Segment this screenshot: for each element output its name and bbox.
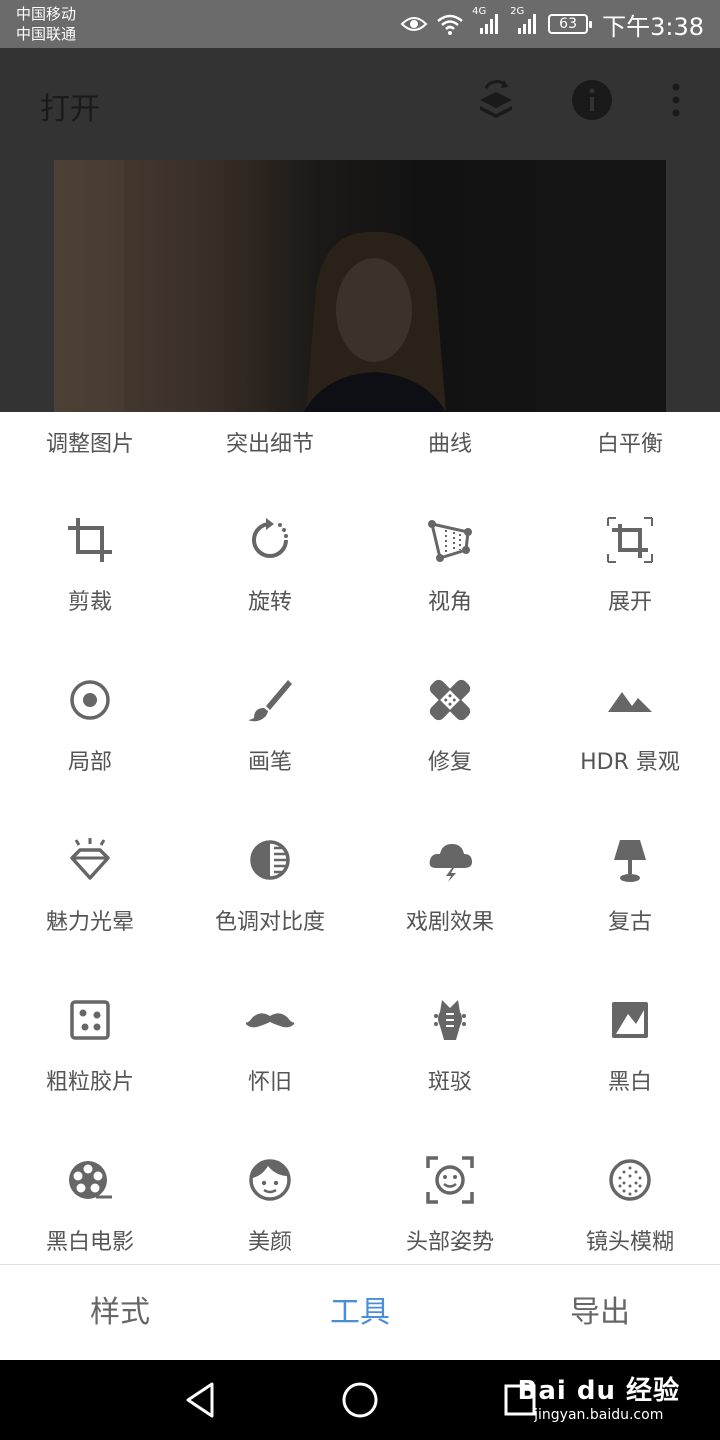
network-type-1: 4G bbox=[472, 6, 487, 17]
head-pose-icon bbox=[426, 1156, 474, 1204]
tool-grunge[interactable]: 斑驳 bbox=[360, 992, 540, 1152]
tool-vintage[interactable]: 复古 bbox=[540, 832, 720, 992]
tool-details[interactable]: 突出细节 bbox=[180, 412, 360, 480]
tool-label: 黑白电影 bbox=[45, 1230, 134, 1255]
bottom-tab-bar: 样式 工具 导出 bbox=[0, 1264, 720, 1360]
status-bar: 中国移动 中国联通 4G 2G 63 下午3:38 bbox=[0, 0, 720, 48]
glamour-glow-icon bbox=[66, 836, 114, 884]
tool-label: 展开 bbox=[607, 590, 652, 615]
tool-label: 怀旧 bbox=[247, 1070, 292, 1095]
tool-label: 黑白 bbox=[607, 1070, 652, 1095]
noir-film-reel-icon bbox=[66, 1156, 114, 1204]
tool-noir[interactable]: 黑白电影 bbox=[0, 1152, 180, 1264]
tool-label: 头部姿势 bbox=[405, 1230, 494, 1255]
vintage-lamp-icon bbox=[606, 836, 654, 884]
crop-icon bbox=[66, 516, 114, 564]
tool-label: 镜头模糊 bbox=[585, 1230, 674, 1255]
more-vert-icon[interactable] bbox=[664, 78, 688, 126]
watermark-logo-text: Bai du 经验 bbox=[517, 1376, 680, 1406]
tool-label: 旋转 bbox=[247, 590, 292, 615]
face-icon bbox=[246, 1156, 294, 1204]
navigation-bar: Bai du 经验 jingyan.baidu.com bbox=[0, 1360, 720, 1440]
home-icon[interactable] bbox=[340, 1380, 380, 1424]
tool-drama[interactable]: 戏剧效果 bbox=[360, 832, 540, 992]
tool-perspective[interactable]: 视角 bbox=[360, 512, 540, 672]
tool-label: 斑驳 bbox=[427, 1070, 472, 1095]
eye-icon bbox=[400, 14, 428, 34]
app-header: 打开 bbox=[0, 48, 720, 160]
network-type-2: 2G bbox=[510, 6, 525, 17]
tool-grainy-film[interactable]: 粗粒胶片 bbox=[0, 992, 180, 1152]
grainy-film-icon bbox=[66, 996, 114, 1044]
tool-adjust-image[interactable]: 调整图片 bbox=[0, 412, 180, 480]
tool-selective[interactable]: 局部 bbox=[0, 672, 180, 832]
perspective-icon bbox=[426, 516, 474, 564]
signal-icon-2: 2G bbox=[510, 6, 540, 36]
tool-face[interactable]: 美颜 bbox=[180, 1152, 360, 1264]
tool-hdr-landscape[interactable]: HDR 景观 bbox=[540, 672, 720, 832]
tool-label: 画笔 bbox=[247, 750, 292, 775]
signal-icon-1: 4G bbox=[472, 6, 502, 36]
tool-curves[interactable]: 曲线 bbox=[360, 412, 540, 480]
tools-top-row: 调整图片 突出细节 曲线 白平衡 bbox=[0, 412, 720, 480]
tool-brush[interactable]: 画笔 bbox=[180, 672, 360, 832]
tool-label: 戏剧效果 bbox=[405, 910, 494, 935]
tool-glamour-glow[interactable]: 魅力光晕 bbox=[0, 832, 180, 992]
retrolux-mustache-icon bbox=[244, 996, 296, 1044]
photo-image bbox=[54, 160, 666, 412]
tool-label: 粗粒胶片 bbox=[45, 1070, 134, 1095]
black-white-icon bbox=[606, 996, 654, 1044]
tool-head-pose[interactable]: 头部姿势 bbox=[360, 1152, 540, 1264]
watermark-url: jingyan.baidu.com bbox=[534, 1407, 664, 1423]
tool-lens-blur[interactable]: 镜头模糊 bbox=[540, 1152, 720, 1264]
tool-label: 修复 bbox=[427, 750, 472, 775]
tool-tonal-contrast[interactable]: 色调对比度 bbox=[180, 832, 360, 992]
healing-icon bbox=[426, 676, 474, 724]
tab-looks[interactable]: 样式 bbox=[0, 1265, 240, 1360]
hdr-landscape-icon bbox=[606, 676, 654, 724]
tab-export[interactable]: 导出 bbox=[480, 1265, 720, 1360]
tool-label: 复古 bbox=[607, 910, 652, 935]
battery-icon: 63 bbox=[548, 14, 593, 34]
tool-label: 局部 bbox=[67, 750, 112, 775]
brush-icon bbox=[246, 676, 294, 724]
tools-panel: 调整图片 突出细节 曲线 白平衡 剪裁 旋转 视角 展开 局部 画笔 修复 HD… bbox=[0, 412, 720, 1264]
carrier-2: 中国联通 bbox=[16, 25, 77, 43]
tool-label: HDR 景观 bbox=[580, 750, 680, 775]
lens-blur-icon bbox=[606, 1156, 654, 1204]
open-button[interactable]: 打开 bbox=[40, 84, 100, 128]
layers-refresh-icon[interactable] bbox=[474, 78, 518, 130]
back-icon[interactable] bbox=[182, 1380, 218, 1424]
clock: 下午3:38 bbox=[602, 12, 704, 41]
tool-expand[interactable]: 展开 bbox=[540, 512, 720, 672]
rotate-icon bbox=[246, 516, 294, 564]
wifi-icon bbox=[436, 13, 464, 35]
tool-label: 魅力光晕 bbox=[45, 910, 134, 935]
carrier-info: 中国移动 中国联通 bbox=[16, 4, 76, 44]
tool-black-white[interactable]: 黑白 bbox=[540, 992, 720, 1152]
baidu-jingyan-watermark: Bai du 经验 jingyan.baidu.com bbox=[518, 1370, 681, 1423]
selective-icon bbox=[66, 676, 114, 724]
tool-label: 剪裁 bbox=[67, 590, 112, 615]
status-icons: 4G 2G 63 下午3:38 bbox=[400, 6, 704, 41]
tool-label: 美颜 bbox=[247, 1230, 292, 1255]
portrait-photo bbox=[54, 160, 446, 412]
tool-crop[interactable]: 剪裁 bbox=[0, 512, 180, 672]
tool-label: 视角 bbox=[427, 590, 472, 615]
drama-icon bbox=[426, 836, 474, 884]
tool-rotate[interactable]: 旋转 bbox=[180, 512, 360, 672]
tool-label: 色调对比度 bbox=[214, 910, 325, 935]
tool-white-balance[interactable]: 白平衡 bbox=[540, 412, 720, 480]
tool-healing[interactable]: 修复 bbox=[360, 672, 540, 832]
grunge-guitar-icon bbox=[426, 996, 474, 1044]
expand-icon bbox=[606, 516, 654, 564]
info-icon[interactable] bbox=[570, 78, 614, 126]
photo-preview bbox=[0, 160, 720, 412]
tool-retrolux[interactable]: 怀旧 bbox=[180, 992, 360, 1152]
battery-level: 63 bbox=[559, 16, 577, 32]
tonal-contrast-icon bbox=[246, 836, 294, 884]
tab-tools[interactable]: 工具 bbox=[240, 1265, 480, 1360]
carrier-1: 中国移动 bbox=[16, 5, 77, 23]
